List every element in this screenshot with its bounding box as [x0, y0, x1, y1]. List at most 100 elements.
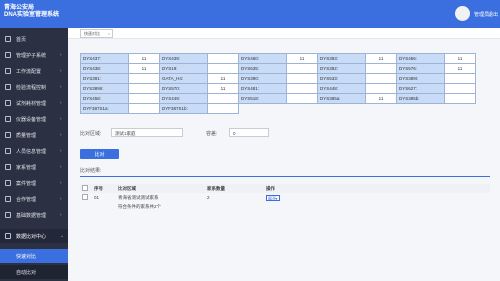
- grid-row: DYS437: 11 DYS439: DYS460: 11 DYS393: 11 DYS456…: [80, 53, 476, 64]
- chevron-icon: ›: [60, 148, 62, 154]
- sidebar-item-9[interactable]: 案件管理 ›: [0, 176, 68, 190]
- sidebar-item-14[interactable]: 自动比对: [0, 265, 68, 279]
- family-icon: [5, 164, 11, 170]
- locus-label: DYF387S1b:: [159, 103, 208, 114]
- sidebar-item-label: 快速对比: [16, 254, 37, 260]
- locus-label: GATA_H4:: [159, 73, 208, 84]
- sidebar-item-12[interactable]: 数据比对中心 ⌄: [0, 229, 68, 243]
- locus-label: DYS389II:: [80, 83, 129, 94]
- locus-label: DYS438:: [80, 63, 129, 74]
- locus-value-input[interactable]: 11: [286, 53, 318, 64]
- locus-label: DYS448:: [317, 83, 366, 94]
- sidebar-item-5[interactable]: 仪器设备管理 ›: [0, 112, 68, 126]
- tolerance-input[interactable]: 0: [229, 128, 269, 137]
- user-name[interactable]: 管理员: [474, 11, 489, 18]
- locus-value-input[interactable]: 11: [444, 63, 476, 74]
- case-icon: [5, 180, 11, 186]
- header-checkbox[interactable]: [80, 184, 92, 193]
- app-brand: 青海公安局 DNA实验室管理系统: [4, 5, 59, 19]
- logout-link[interactable]: 退出: [488, 11, 498, 18]
- chevron-down-icon: ▼: [274, 196, 278, 201]
- summary-spacer: [80, 202, 92, 211]
- row-count: 2: [207, 195, 210, 200]
- grid-row: DYF387S1a: DYF387S1b:: [80, 103, 476, 114]
- close-icon[interactable]: ×: [108, 30, 110, 37]
- locus-label: DYF387S1a:: [80, 103, 129, 114]
- sidebar-item-13[interactable]: 快速对比: [0, 249, 68, 263]
- locus-value-input[interactable]: [365, 83, 397, 94]
- sidebar-item-2[interactable]: 工作流配置 ›: [0, 64, 68, 78]
- locus-value-input[interactable]: [128, 73, 160, 84]
- locus-value-input[interactable]: 11: [365, 53, 397, 64]
- locus-value-input[interactable]: [207, 53, 239, 64]
- row-checkbox[interactable]: [80, 193, 92, 202]
- sidebar-item-label: 工作流配置: [16, 69, 42, 75]
- chevron-icon: ›: [60, 100, 62, 106]
- locus-value-input[interactable]: 11: [128, 63, 160, 74]
- locus-value-input[interactable]: 11: [207, 83, 239, 94]
- box-icon: [5, 100, 11, 106]
- avatar[interactable]: [455, 6, 470, 21]
- sidebar-item-3[interactable]: 检验流程控制 ›: [0, 80, 68, 94]
- sidebar-item-6[interactable]: 质量管理 ›: [0, 128, 68, 142]
- locus-value-input[interactable]: 11: [444, 53, 476, 64]
- sidebar-item-8[interactable]: 家系管理 ›: [0, 160, 68, 174]
- result-label: 比对结果:: [80, 168, 102, 174]
- sidebar-item-11[interactable]: 基础数据管理 ›: [0, 208, 68, 222]
- flow-icon: [5, 68, 11, 74]
- locus-value-input[interactable]: [286, 93, 318, 104]
- top-header: 青海公安局 DNA实验室管理系统 管理员 退出: [0, 0, 500, 28]
- chevron-icon: ›: [60, 180, 62, 186]
- locus-value-input[interactable]: [286, 63, 318, 74]
- locus-value-input[interactable]: [365, 63, 397, 74]
- sidebar-item-1[interactable]: 管理护子系统 ›: [0, 48, 68, 62]
- sidebar-item-0[interactable]: 首页: [0, 32, 68, 46]
- locus-value-input[interactable]: [207, 63, 239, 74]
- locus-value-input[interactable]: [128, 103, 160, 114]
- chevron-icon: ›: [60, 116, 62, 122]
- locus-value-input[interactable]: [444, 73, 476, 84]
- locus-value-input[interactable]: [286, 73, 318, 84]
- header-area: 比对区域: [116, 184, 205, 193]
- locus-value-input[interactable]: [207, 103, 239, 114]
- sidebar-item-label: 人员信息管理: [16, 149, 47, 155]
- compare-button[interactable]: 比对: [80, 149, 119, 159]
- table-row: 01 青海省测试测试家系 2 展开 ▼: [80, 193, 490, 202]
- device-icon: [5, 116, 11, 122]
- sidebar-item-label: 质量管理: [16, 133, 37, 139]
- locus-value-input[interactable]: [365, 73, 397, 84]
- row-area: 青海省测试测试家系: [118, 194, 159, 200]
- locus-label: DYS385a:: [317, 93, 366, 104]
- compare-area-input[interactable]: 测试1家庭: [111, 128, 183, 137]
- sidebar-item-4[interactable]: 试剂耗材管理 ›: [0, 96, 68, 110]
- locus-value-input[interactable]: [286, 83, 318, 94]
- action-select[interactable]: 展开 ▼: [266, 194, 280, 201]
- locus-label: DYS392:: [317, 63, 366, 74]
- locus-value-input[interactable]: [444, 93, 476, 104]
- locus-value-input[interactable]: [128, 93, 160, 104]
- tab-quick-compare[interactable]: 快速对比 ×: [80, 29, 113, 38]
- database-icon: [5, 212, 11, 218]
- locus-value-input[interactable]: [207, 93, 239, 104]
- summary-spacer: [92, 202, 116, 211]
- sidebar-item-label: 案件管理: [16, 181, 37, 187]
- sidebar-item-7[interactable]: 人员信息管理 ›: [0, 144, 68, 158]
- sidebar-item-label: 仪器设备管理: [16, 117, 47, 123]
- locus-value-input[interactable]: [444, 83, 476, 94]
- locus-value-input[interactable]: 11: [128, 53, 160, 64]
- chevron-icon: ›: [60, 212, 62, 218]
- grid-row: DYS389II: DYS570: 11 DYS481: DYS448: DYS627:: [80, 83, 476, 94]
- row-action[interactable]: 展开 ▼: [264, 193, 490, 202]
- sidebar-item-label: 检验流程控制: [16, 85, 47, 91]
- row-index: 01: [94, 195, 100, 200]
- locus-value-input[interactable]: [128, 83, 160, 94]
- sidebar-item-label: 基础数据管理: [16, 213, 47, 219]
- result-table: 序号 比对区域 家系数量 操作 01 青海省测试测试家系 2 展开 ▼ 符合条件的…: [80, 184, 490, 211]
- sidebar-item-10[interactable]: 合作管理 ›: [0, 192, 68, 206]
- flask-icon: [5, 84, 11, 90]
- locus-value-input[interactable]: 11: [365, 93, 397, 104]
- locus-value-input[interactable]: 11: [207, 73, 239, 84]
- sidebar-item-label: 试剂耗材管理: [16, 101, 47, 107]
- summary-row: 符合条件的家系共2个: [80, 202, 490, 211]
- chevron-icon: ›: [60, 164, 62, 170]
